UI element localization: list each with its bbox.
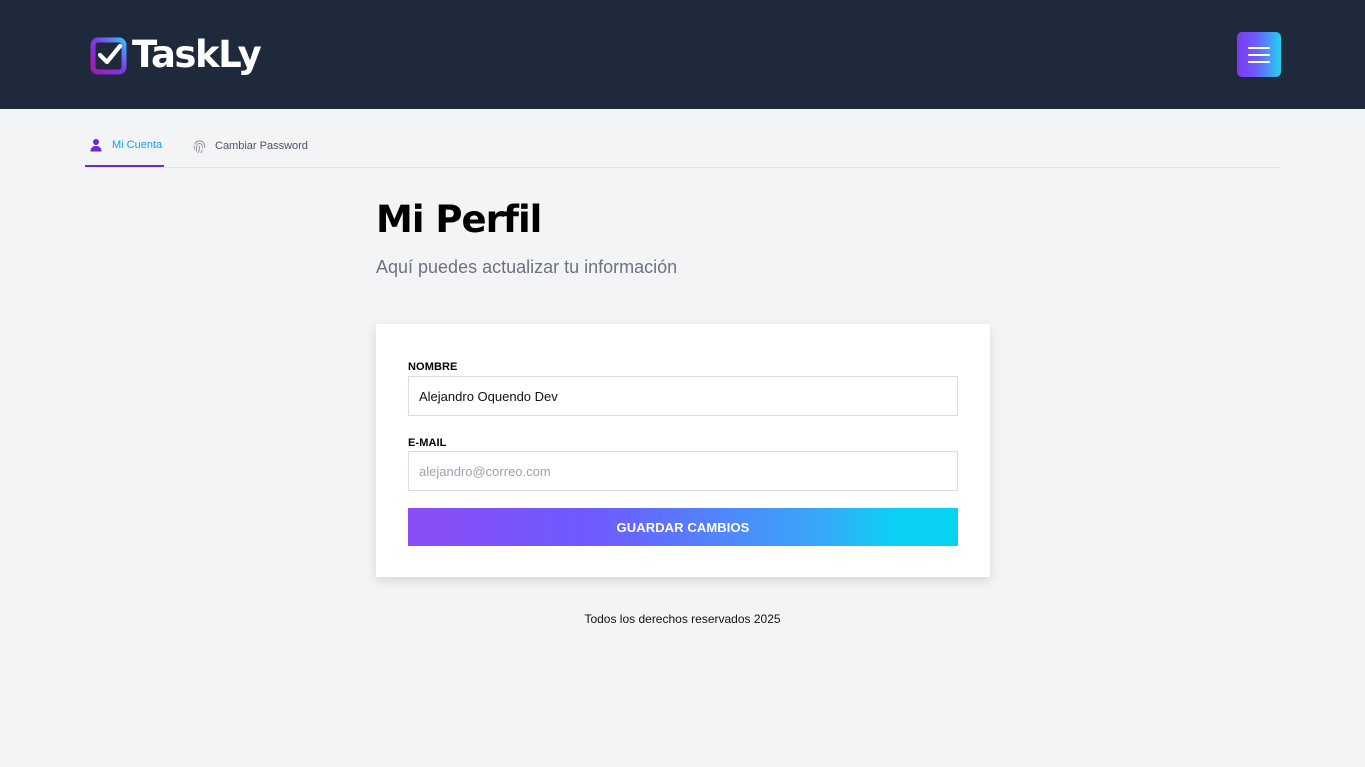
logo-checkbox-icon <box>90 37 127 75</box>
user-icon <box>88 137 104 153</box>
tab-label: Mi Cuenta <box>112 139 163 151</box>
tab-label: Cambiar Password <box>215 140 308 152</box>
email-label: E-mail <box>408 437 447 449</box>
page-subtitle: Aquí puedes actualizar tu información <box>376 257 678 277</box>
profile-form-card: Nombre E-mail Guardar Cambios <box>376 324 990 577</box>
tab-cambiar-password[interactable]: Cambiar Password <box>191 125 308 167</box>
save-changes-button[interactable]: Guardar Cambios <box>408 508 958 546</box>
name-label: Nombre <box>408 361 458 373</box>
logo-text: TaskLy <box>132 33 262 76</box>
name-input[interactable] <box>408 376 958 416</box>
hamburger-menu-button[interactable] <box>1237 32 1281 77</box>
account-tabs: Mi Cuenta Cambiar Password <box>85 125 1280 168</box>
email-input[interactable] <box>408 451 958 491</box>
tasky-logo[interactable]: TaskLy <box>90 33 262 77</box>
footer-copyright: Todos los derechos reservados 2025 <box>584 612 781 626</box>
fingerprint-icon <box>191 138 207 154</box>
hamburger-icon <box>1248 46 1270 63</box>
page-title: Mi Perfil <box>376 198 542 241</box>
top-navbar: TaskLy <box>0 0 1365 109</box>
tab-mi-cuenta[interactable]: Mi Cuenta <box>85 125 164 167</box>
